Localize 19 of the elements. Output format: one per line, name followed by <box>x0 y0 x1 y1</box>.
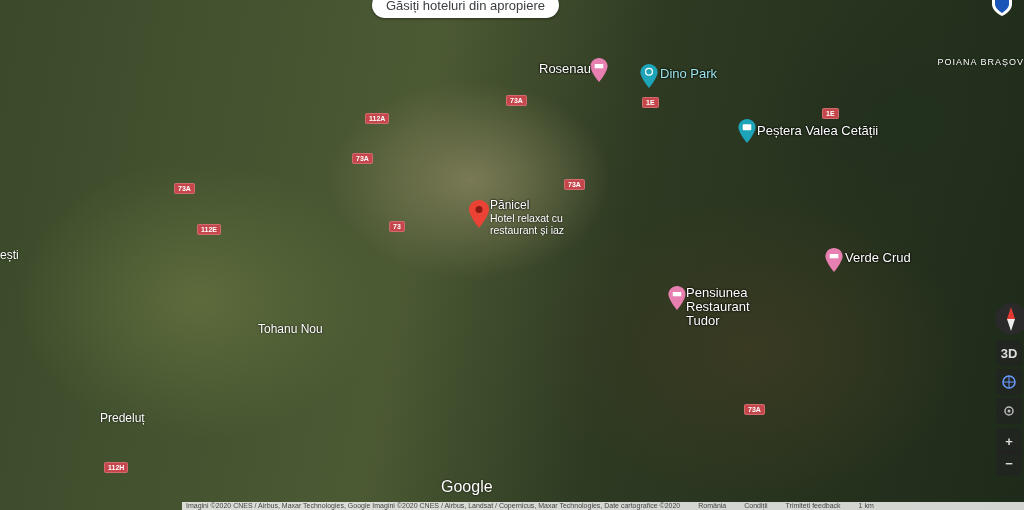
nearby-hotels-button[interactable]: Găsiți hoteluri din apropiere <box>372 0 559 18</box>
town-label: Tohanu Nou <box>258 322 323 336</box>
satellite-map[interactable] <box>0 0 1024 510</box>
zoom-out-button[interactable]: − <box>996 450 1022 476</box>
place-name[interactable]: Dino Park <box>660 67 718 81</box>
google-logo: Google <box>441 478 493 496</box>
place-name[interactable]: Rosenau <box>539 62 592 76</box>
place-name[interactable]: Pensiunea Restaurant Tudor <box>686 286 786 328</box>
place-description: Hotel relaxat cu restaurant și iaz <box>490 212 566 236</box>
town-label: ești <box>0 248 19 262</box>
place-name[interactable]: Verde Crud <box>845 251 911 265</box>
compass-icon[interactable] <box>994 302 1024 336</box>
globe-icon[interactable] <box>996 369 1022 395</box>
place-name[interactable]: Peștera Valea Cetății <box>757 124 879 138</box>
my-location-icon[interactable] <box>996 398 1022 424</box>
town-label: POIANA BRAȘOV <box>937 57 1024 67</box>
3d-button[interactable]: 3D <box>996 340 1022 366</box>
place-name[interactable]: Pănicel <box>490 198 530 212</box>
town-label: Predeluț <box>100 411 145 425</box>
